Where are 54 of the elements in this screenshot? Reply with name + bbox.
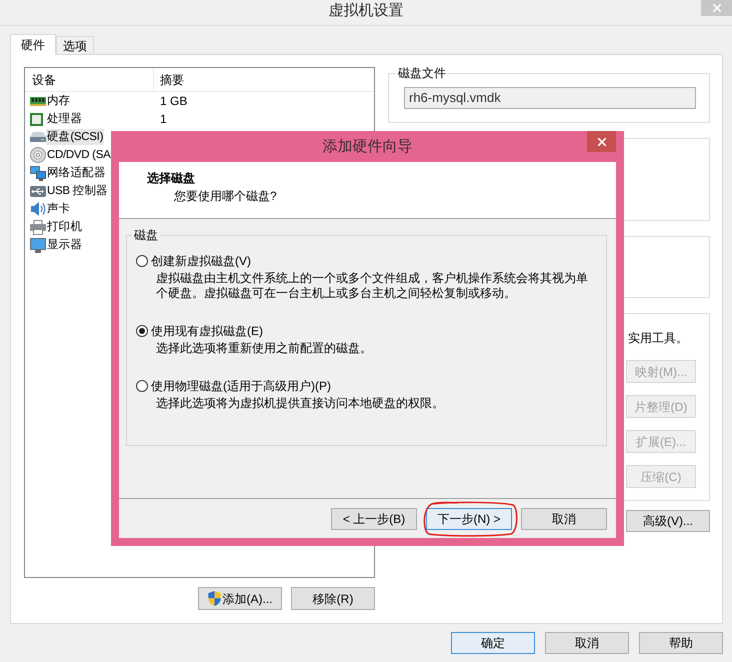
memory-module-icon [30, 96, 46, 106]
option-description: 选择此选项将为虚拟机提供直接访问本地硬盘的权限。 [156, 396, 444, 411]
device-name[interactable]: 内存 [47, 93, 70, 109]
utilities-text: 实用工具。 [628, 330, 688, 346]
radio-label[interactable]: 创建新虚拟磁盘(V) [151, 253, 251, 269]
device-name[interactable]: 网络适配器 [47, 165, 106, 181]
group-label: 磁盘文件 [397, 66, 447, 80]
column-header[interactable]: 设备 [32, 70, 56, 88]
step-title: 选择磁盘 [147, 170, 195, 186]
dialog-title: 添加硬件向导 [322, 138, 412, 156]
wizard-button[interactable]: < 上一步(B) [331, 508, 417, 530]
device-name[interactable]: 打印机 [47, 219, 82, 235]
disc-icon [30, 147, 46, 163]
device-summary: 1 GB [160, 93, 188, 109]
usb-icon [30, 186, 46, 196]
radio-label[interactable]: 使用现有虚拟磁盘(E) [151, 323, 263, 339]
step-question: 您要使用哪个磁盘? [174, 188, 277, 204]
radio-label[interactable]: 使用物理磁盘(适用于高级用户)(P) [151, 378, 331, 394]
device-name[interactable]: 处理器 [47, 111, 82, 127]
chip-icon [30, 112, 43, 126]
device-name[interactable]: 硬盘(SCSI) [46, 129, 104, 145]
disk-file-field[interactable]: rh6-mysql.vmdk [404, 87, 696, 109]
advanced-button[interactable]: 高级(V)... [626, 510, 710, 532]
column-header[interactable]: 摘要 [160, 70, 184, 88]
speaker-icon [30, 201, 46, 217]
device-name[interactable]: USB 控制器 [47, 183, 108, 199]
shield-icon [208, 591, 220, 606]
radio-button[interactable] [136, 255, 148, 267]
printer-icon [30, 220, 46, 234]
dialog-button[interactable]: 确定 [451, 632, 535, 654]
tab[interactable]: 硬件 [10, 34, 56, 55]
hard-drive-icon [30, 132, 46, 142]
action-button[interactable]: 添加(A)... [198, 587, 282, 610]
device-name[interactable]: 显示器 [47, 237, 82, 253]
radio-button[interactable] [136, 325, 148, 337]
wizard-button[interactable]: 下一步(N) > [426, 508, 512, 530]
device-name[interactable]: 声卡 [47, 201, 70, 217]
option-description: 虚拟磁盘由主机文件系统上的一个或多个文件组成，客户机操作系统会将其视为单个硬盘。虚拟磁盘可在一台主机上或多台主机之间轻松复制或移动。 [156, 271, 589, 301]
close-icon [598, 138, 606, 146]
device-summary: 1 [160, 111, 167, 127]
option-description: 选择此选项将重新使用之前配置的磁盘。 [156, 341, 372, 356]
monitor-icon [30, 238, 46, 252]
wizard-button[interactable]: 取消 [521, 508, 607, 530]
networked-computers-icon [30, 166, 46, 180]
dialog-button[interactable]: 帮助 [639, 632, 723, 654]
group-label: 磁盘 [133, 228, 159, 242]
window-title: 虚拟机设置 [328, 2, 404, 20]
close-button[interactable] [587, 131, 616, 152]
tab[interactable]: 选项 [56, 36, 94, 54]
radio-button[interactable] [136, 380, 148, 392]
close-icon [712, 4, 720, 12]
dialog-button[interactable]: 取消 [545, 632, 629, 654]
device-name[interactable]: CD/DVD (SA [47, 147, 110, 163]
action-button[interactable]: 移除(R) [291, 587, 375, 610]
